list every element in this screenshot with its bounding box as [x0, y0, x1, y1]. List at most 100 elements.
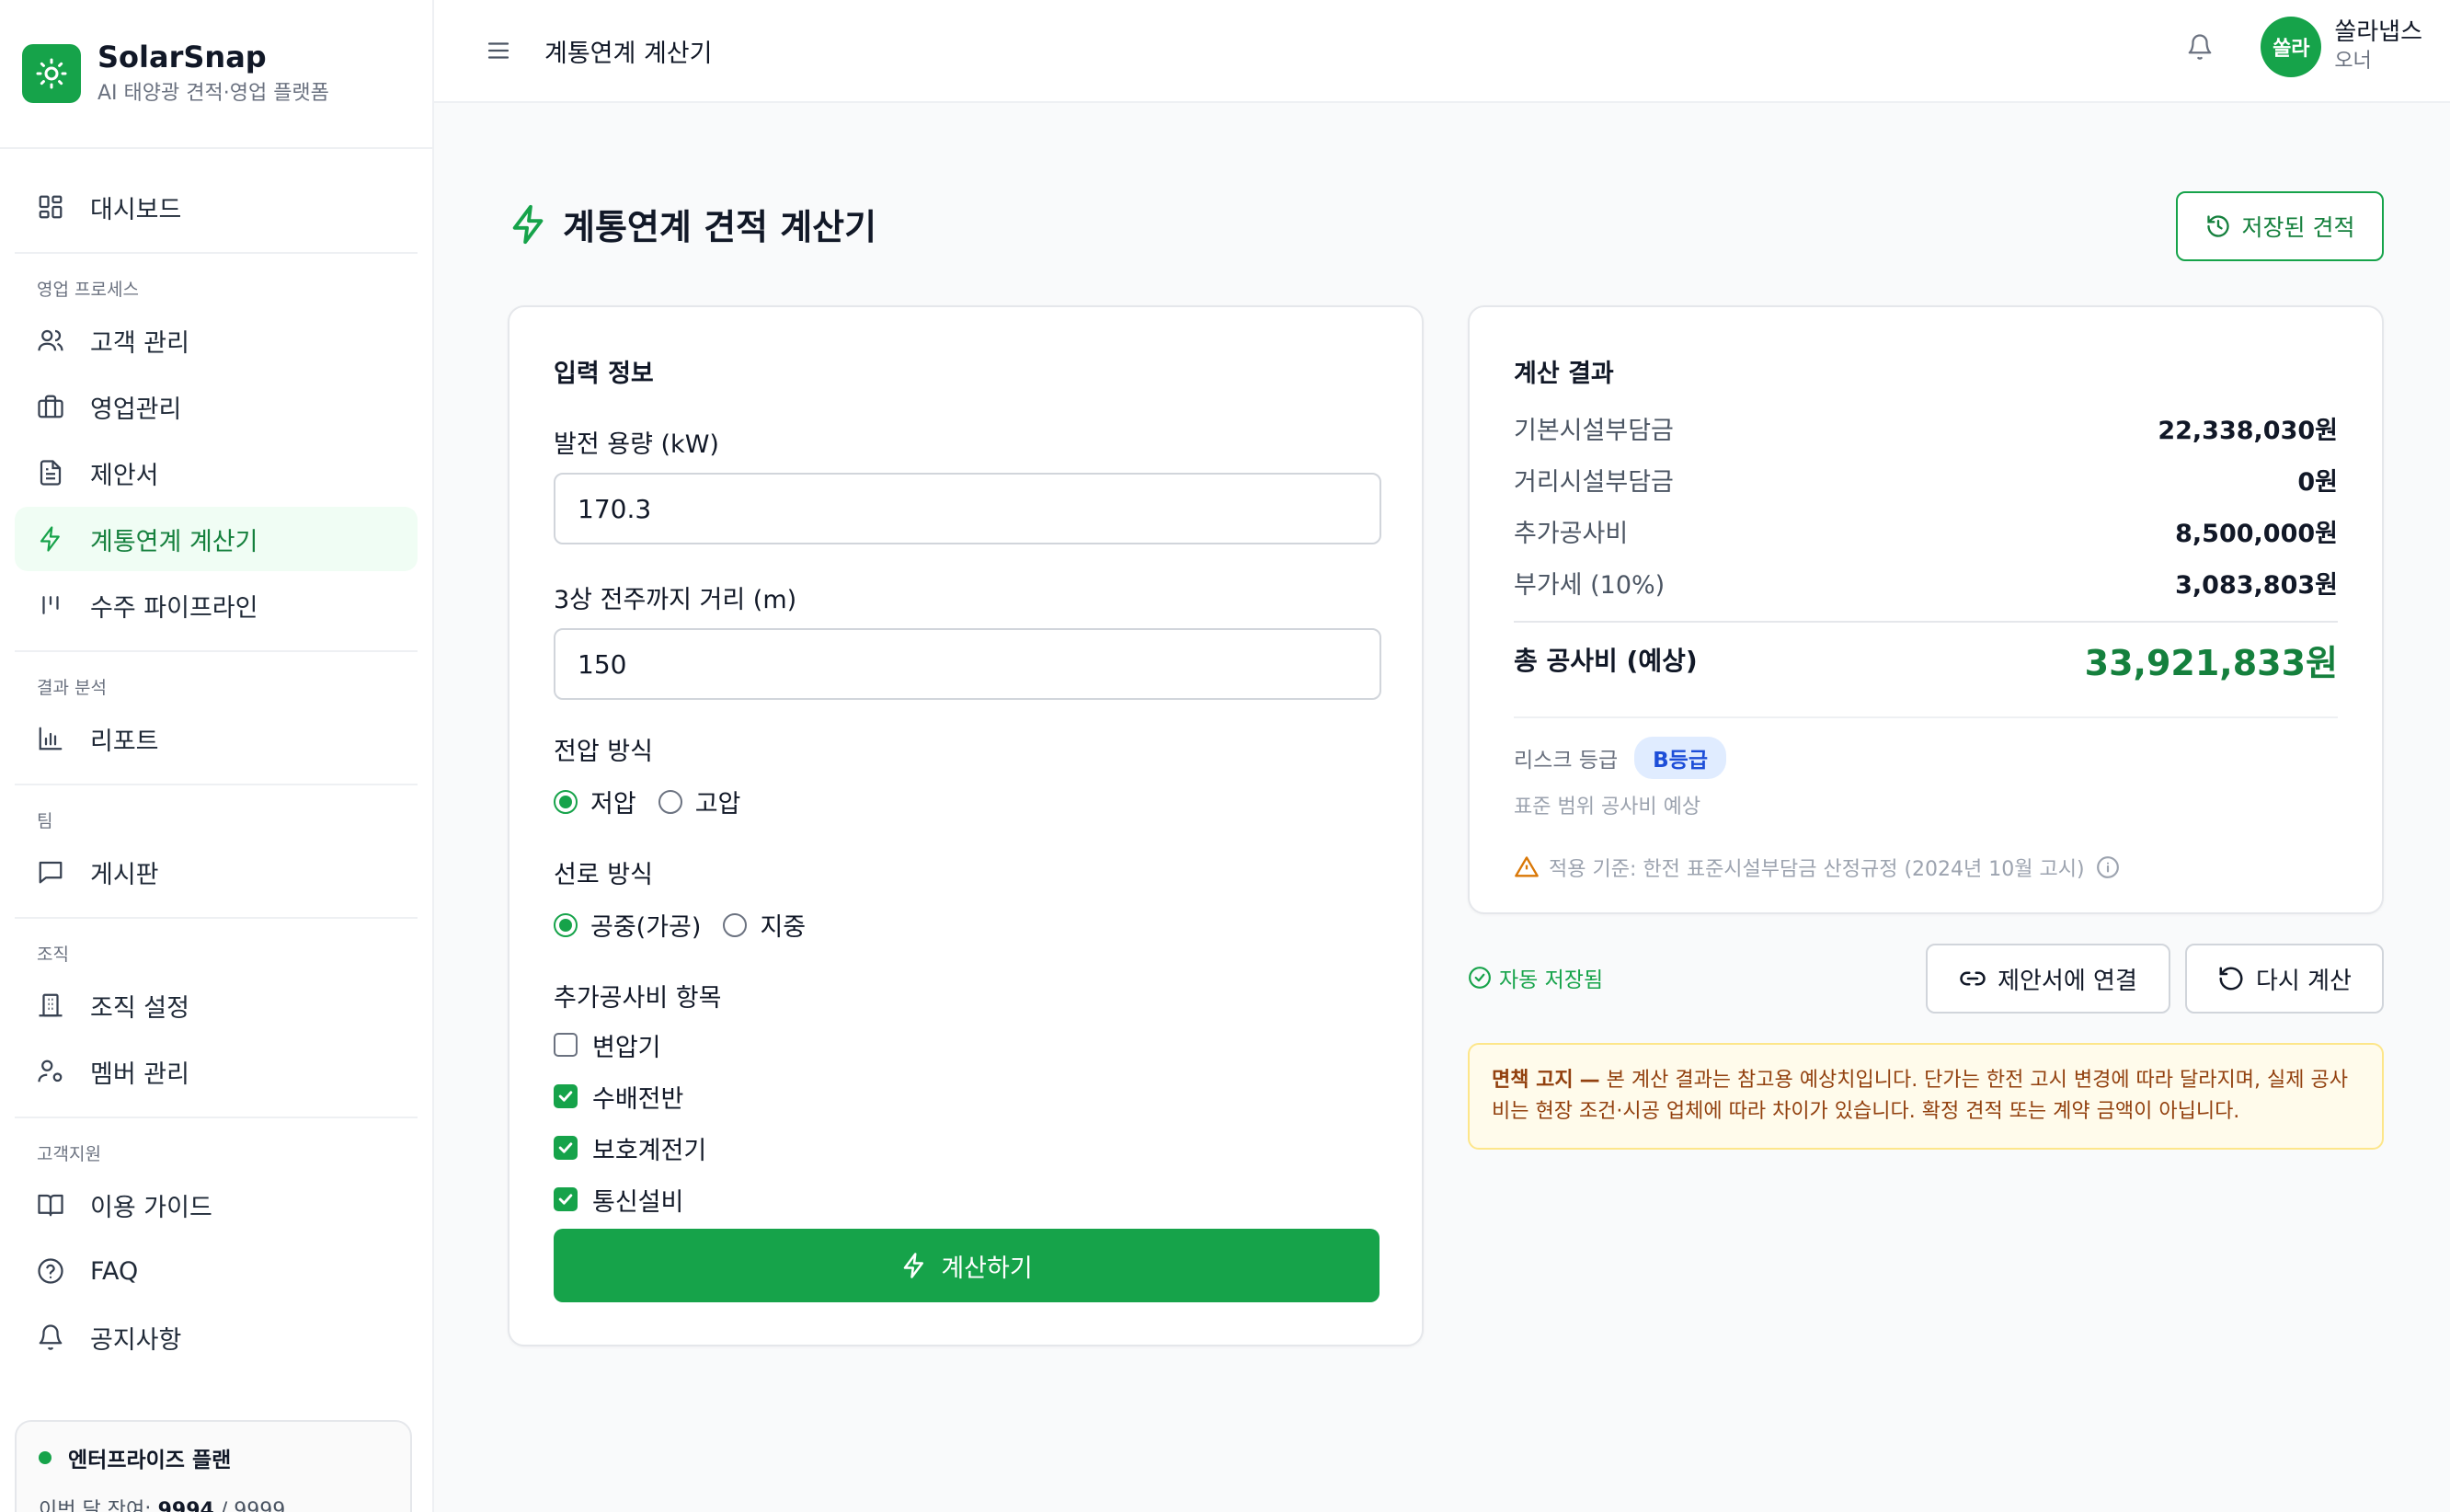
pipeline-icon — [35, 590, 66, 621]
sidebar-item-members[interactable]: 멤버 관리 — [15, 1039, 418, 1104]
extra-communication[interactable]: 통신설비 — [554, 1174, 1378, 1225]
capacity-label: 발전 용량 (kW) — [554, 430, 719, 459]
disclaimer-box: 면책 고지 — 본 계산 결과는 참고용 예상치입니다. 단가는 한전 고시 변… — [1468, 1043, 2384, 1150]
autosave-status: 자동 저장됨 — [1468, 962, 1603, 993]
sidebar-item-reports[interactable]: 리포트 — [15, 706, 418, 771]
result-heading: 계산 결과 — [1514, 360, 1614, 388]
result-row: 추가공사비 8,500,000원 — [1514, 519, 2338, 548]
checkbox-checked[interactable] — [554, 1187, 578, 1211]
status-dot — [39, 1451, 52, 1464]
sidebar-item-label: 계통연계 계산기 — [90, 527, 258, 556]
sidebar-item-pipeline[interactable]: 수주 파이프라인 — [15, 573, 418, 637]
building-icon — [35, 990, 66, 1021]
warning-icon — [1514, 854, 1540, 880]
topbar: 계통연계 계산기 쏠라 쏠라냅스 오너 — [434, 0, 2450, 103]
topbar-title: 계통연계 계산기 — [544, 39, 713, 68]
saved-estimates-button[interactable]: 저장된 견적 — [2176, 191, 2384, 261]
voltage-radio-group: 저압 고압 — [554, 784, 1378, 819]
radio-unselected[interactable] — [658, 789, 682, 814]
user-role: 오너 — [2334, 50, 2372, 73]
sidebar-item-board[interactable]: 게시판 — [15, 840, 418, 904]
sidebar-item-guide[interactable]: 이용 가이드 — [15, 1173, 418, 1237]
document-icon — [35, 457, 66, 488]
sidebar-item-dashboard[interactable]: 대시보드 — [15, 175, 418, 239]
divider — [1514, 716, 2338, 718]
menu-icon[interactable] — [480, 32, 517, 69]
extra-switchboard[interactable]: 수배전반 — [554, 1071, 1378, 1122]
input-heading: 입력 정보 — [554, 360, 654, 388]
risk-label: 리스크 등급 — [1514, 749, 1619, 773]
distance-input[interactable]: 150 — [554, 628, 1381, 700]
voltage-option-high[interactable]: 고압 — [658, 784, 740, 819]
extra-transformer[interactable]: 변압기 — [554, 1019, 1378, 1071]
brand-tagline: AI 태양광 견적·영업 플랫폼 — [97, 82, 329, 105]
voltage-option-low[interactable]: 저압 — [554, 784, 636, 819]
sun-icon[interactable] — [22, 44, 81, 103]
total-row: 총 공사비 (예상) 33,921,833원 — [1514, 623, 2338, 696]
avatar[interactable]: 쏠라 — [2261, 17, 2322, 77]
checkbox-unchecked[interactable] — [554, 1033, 578, 1057]
input-card: 입력 정보 발전 용량 (kW) 170.3 3상 전주까지 거리 (m) 15… — [508, 305, 1424, 1346]
book-icon — [35, 1189, 66, 1220]
help-circle-icon — [35, 1255, 66, 1287]
user-name: 쏠라냅스 — [2334, 18, 2422, 46]
sidebar-item-calculator[interactable]: 계통연계 계산기 — [15, 507, 418, 571]
disclaimer-text: 본 계산 결과는 참고용 예상치입니다. 단가는 한전 고시 변경에 따라 달라… — [1492, 1069, 2348, 1123]
notification-bell-icon[interactable] — [2181, 29, 2218, 65]
refresh-icon — [2217, 965, 2245, 992]
sidebar-item-customers[interactable]: 고객 관리 — [15, 308, 418, 372]
radio-unselected[interactable] — [723, 912, 748, 937]
sidebar-item-label: 수주 파이프라인 — [90, 593, 258, 623]
line-label: 선로 방식 — [554, 861, 653, 889]
sidebar-item-sales[interactable]: 영업관리 — [15, 374, 418, 439]
bar-chart-icon — [35, 723, 66, 754]
sidebar-item-proposals[interactable]: 제안서 — [15, 441, 418, 505]
divider — [15, 650, 418, 652]
briefcase-icon — [35, 391, 66, 422]
section-team: 팀 — [37, 811, 53, 831]
sidebar-item-label: 게시판 — [90, 860, 159, 889]
result-row: 거리시설부담금 0원 — [1514, 467, 2338, 497]
risk-description: 표준 범위 공사비 예상 — [1514, 796, 1701, 819]
voltage-label: 전압 방식 — [554, 738, 653, 766]
line-option-overhead[interactable]: 공중(가공) — [554, 907, 701, 943]
info-icon[interactable] — [2096, 855, 2120, 879]
plan-name: 엔터프라이즈 플랜 — [68, 1449, 232, 1472]
radio-selected[interactable] — [554, 912, 578, 937]
sidebar-item-notices[interactable]: 공지사항 — [15, 1305, 418, 1369]
recalculate-button[interactable]: 다시 계산 — [2185, 944, 2384, 1014]
sidebar-item-label: 제안서 — [90, 461, 159, 490]
sidebar-item-label: 조직 설정 — [90, 993, 189, 1023]
result-row: 부가세 (10%) 3,083,803원 — [1514, 570, 2338, 600]
sidebar-item-org-settings[interactable]: 조직 설정 — [15, 973, 418, 1037]
user-menu[interactable]: 쏠라냅스 오너 — [2334, 17, 2422, 76]
calculate-button[interactable]: 계산하기 — [554, 1229, 1380, 1302]
page-title: 계통연계 견적 계산기 — [508, 199, 876, 249]
sidebar: SolarSnap AI 태양광 견적·영업 플랫폼 대시보드 영업 프로세스 … — [0, 0, 434, 1512]
plan-card: 엔터프라이즈 플랜 이번 달 잔여: 9994 / 9999 — [15, 1420, 412, 1512]
divider — [15, 252, 418, 254]
link-proposal-button[interactable]: 제안서에 연결 — [1926, 944, 2170, 1014]
result-row: 기본시설부담금 22,338,030원 — [1514, 416, 2338, 445]
distance-label: 3상 전주까지 거리 (m) — [554, 586, 797, 614]
divider — [15, 784, 418, 785]
lightning-icon — [508, 203, 550, 246]
sidebar-item-faq[interactable]: FAQ — [15, 1239, 418, 1303]
sidebar-item-label: 리포트 — [90, 727, 159, 756]
sidebar-item-label: 대시보드 — [90, 195, 182, 224]
message-icon — [35, 856, 66, 888]
capacity-input[interactable]: 170.3 — [554, 473, 1381, 544]
section-sales: 영업 프로세스 — [37, 280, 139, 300]
result-card: 계산 결과 기본시설부담금 22,338,030원 거리시설부담금 0원 추가공사비… — [1468, 305, 2384, 914]
checkbox-checked[interactable] — [554, 1136, 578, 1160]
line-option-underground[interactable]: 지중 — [723, 907, 806, 943]
extra-relay[interactable]: 보호계전기 — [554, 1122, 1378, 1174]
total-label: 총 공사비 (예상) — [1514, 646, 1698, 676]
sidebar-item-label: 고객 관리 — [90, 328, 189, 358]
checkbox-checked[interactable] — [554, 1084, 578, 1108]
line-radio-group: 공중(가공) 지중 — [554, 907, 1378, 943]
sidebar-nav: 대시보드 영업 프로세스 고객 관리 영업관리 제안서 계통연계 계산기 수주 … — [0, 149, 432, 1369]
radio-selected[interactable] — [554, 789, 578, 814]
sidebar-item-label: 멤버 관리 — [90, 1060, 189, 1089]
sidebar-item-label: FAQ — [90, 1256, 139, 1286]
